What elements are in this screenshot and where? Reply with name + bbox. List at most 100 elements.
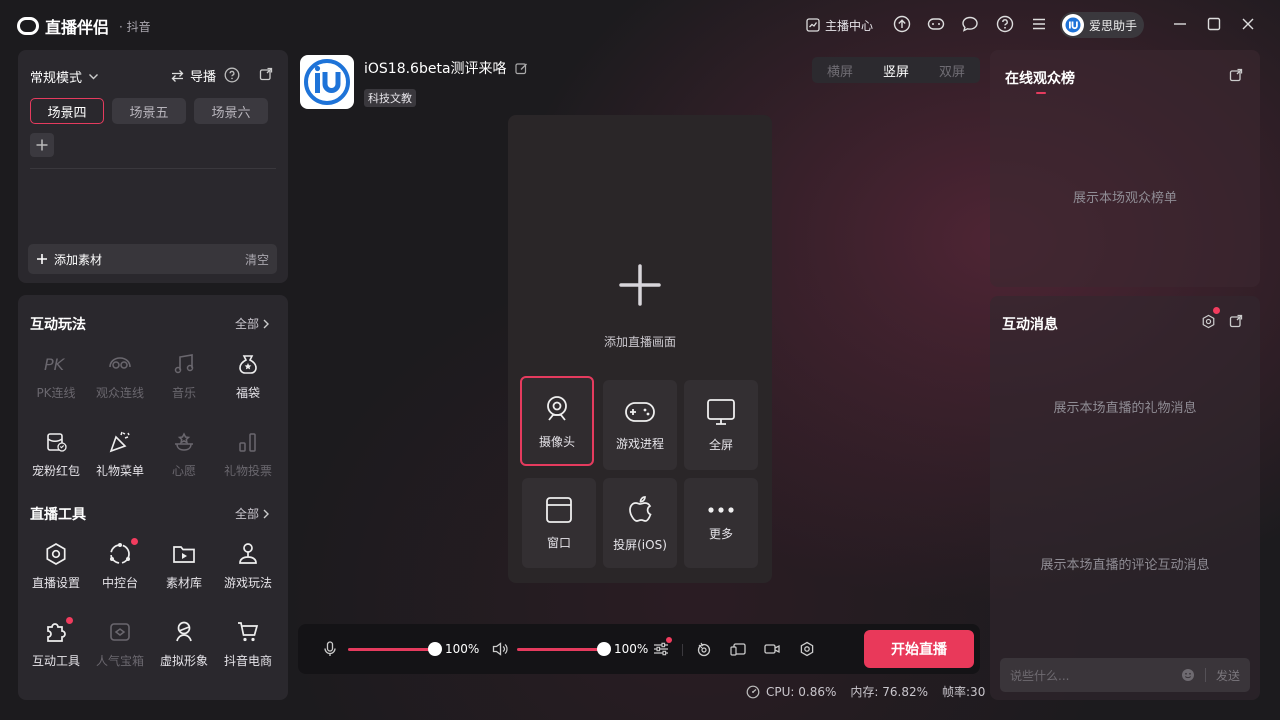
tool-treasure-box[interactable]: 人气宝箱 — [88, 618, 152, 669]
speaker-button[interactable] — [492, 641, 508, 657]
orientation-landscape[interactable]: 横屏 — [812, 61, 868, 80]
tool-lucky-bag[interactable]: 福袋 — [216, 350, 280, 401]
add-scene-button[interactable] — [30, 133, 54, 157]
source-more[interactable]: 更多 — [684, 478, 758, 568]
tool-interactive-tools[interactable]: 互动工具 — [24, 617, 88, 669]
maximize-button[interactable] — [1204, 14, 1224, 34]
audio-mixer-button[interactable] — [653, 637, 672, 657]
speaker-volume-knob[interactable] — [597, 642, 611, 656]
tool-control-center[interactable]: 中控台 — [88, 538, 152, 591]
orientation-portrait[interactable]: 竖屏 — [868, 61, 924, 80]
message-settings-button[interactable] — [1201, 307, 1220, 329]
source-game[interactable]: 游戏进程 — [603, 380, 677, 470]
monitor-icon — [707, 398, 735, 425]
tool-virtual-avatar[interactable]: 虚拟形象 — [152, 618, 216, 669]
add-scene-plus-icon[interactable] — [618, 263, 662, 307]
user-profile-button[interactable]: 爱思助手 — [1060, 12, 1144, 38]
mic-volume-knob[interactable] — [428, 642, 442, 656]
source-fullscreen[interactable]: 全屏 — [684, 380, 758, 470]
room-avatar[interactable] — [300, 55, 354, 109]
menu-button[interactable] — [1029, 14, 1049, 34]
close-button[interactable] — [1238, 14, 1258, 34]
clear-button[interactable]: 清空 — [245, 251, 269, 268]
performance-stats: CPU: 0.86% 内存: 76.82% 帧率:30 — [746, 683, 985, 700]
chevron-right-icon — [263, 319, 270, 328]
speaker-icon — [492, 642, 508, 656]
user-avatar — [1062, 14, 1084, 36]
tool-label: 心愿 — [171, 464, 196, 478]
beauty-button[interactable] — [696, 641, 712, 657]
tool-gift-menu[interactable]: 礼物菜单 — [88, 428, 152, 479]
tool-material-library[interactable]: 素材库 — [152, 540, 216, 591]
user-avatar-logo-icon — [1065, 17, 1081, 33]
more-icon — [708, 506, 734, 513]
tool-wish[interactable]: 心愿 — [152, 428, 216, 479]
audience-rank-placeholder: 展示本场观众榜单 — [1072, 191, 1177, 206]
tool-douyin-ecommerce[interactable]: 抖音电商 — [216, 618, 280, 669]
edit-icon[interactable] — [514, 62, 528, 75]
upload-button[interactable] — [892, 14, 912, 34]
guide-button[interactable]: 导播 — [170, 66, 216, 85]
rank-popout-button[interactable] — [1229, 68, 1243, 82]
source-label: 全屏 — [708, 437, 733, 452]
source-camera[interactable]: 摄像头 — [520, 376, 594, 466]
minimize-button[interactable] — [1170, 14, 1190, 34]
anchor-center-button[interactable]: 主播中心 — [806, 12, 873, 38]
add-material-button[interactable]: 添加素材 — [54, 251, 102, 268]
tool-live-settings[interactable]: 直播设置 — [24, 540, 88, 591]
source-ios-mirror[interactable]: 投屏(iOS) — [603, 478, 677, 568]
mic-volume-slider[interactable] — [348, 648, 435, 651]
room-category-tag[interactable]: 科技文教 — [364, 89, 416, 107]
popout-button[interactable] — [259, 67, 273, 81]
tool-red-packet[interactable]: 宠粉红包 — [24, 428, 88, 479]
comment-input[interactable]: 说些什么... 发送 — [1000, 658, 1250, 692]
tool-game-play[interactable]: 游戏玩法 — [216, 540, 280, 591]
mode-selector[interactable]: 常规模式 — [30, 67, 99, 86]
game-button[interactable] — [926, 14, 946, 34]
chat-bubble-icon — [962, 16, 978, 32]
interactive-all-link[interactable]: 全部 — [235, 315, 270, 332]
gamepad-small-icon — [927, 18, 945, 30]
tool-label: 礼物投票 — [223, 464, 272, 478]
minimize-icon — [1174, 23, 1186, 25]
tab-scene-4[interactable]: 场景四 — [30, 98, 104, 124]
message-button[interactable] — [960, 14, 980, 34]
emoji-icon[interactable] — [1181, 668, 1195, 682]
microphone-icon — [324, 641, 336, 656]
mic-button[interactable] — [323, 641, 337, 657]
input-divider — [1204, 668, 1206, 682]
help-icon — [224, 67, 240, 83]
tab-scene-5[interactable]: 场景五 — [112, 98, 186, 124]
speaker-volume-slider[interactable] — [517, 648, 604, 651]
stream-settings-button[interactable] — [799, 641, 815, 657]
live-tools-all-label: 全部 — [235, 507, 260, 521]
app-logo-icon — [17, 17, 39, 35]
orientation-dual[interactable]: 双屏 — [924, 61, 980, 80]
close-icon — [1242, 18, 1254, 30]
gear-icon — [1202, 314, 1215, 329]
record-button[interactable] — [764, 641, 780, 657]
chevron-down-icon — [89, 74, 99, 80]
preview-stage[interactable]: 添加直播画面 摄像头 游戏进程 全屏 窗口 投屏(iOS) 更多 — [508, 115, 772, 583]
guide-label: 导播 — [190, 70, 217, 85]
tool-music[interactable]: 音乐 — [152, 350, 216, 401]
apple-icon — [629, 495, 652, 522]
tab-scene-6[interactable]: 场景六 — [194, 98, 268, 124]
frame-rate: 帧率:30 — [942, 685, 986, 699]
live-tools-all-link[interactable]: 全部 — [235, 505, 270, 522]
tool-pk[interactable]: PK PK连线 — [24, 350, 88, 401]
device-switch-button[interactable] — [730, 641, 746, 657]
tool-label: 抖音电商 — [223, 654, 272, 668]
camera-icon — [547, 395, 567, 421]
tool-audience-link[interactable]: 观众连线 — [88, 350, 152, 401]
start-live-button[interactable]: 开始直播 — [864, 630, 974, 668]
send-button[interactable]: 发送 — [1216, 667, 1240, 684]
tool-label: 观众连线 — [95, 386, 144, 400]
source-window[interactable]: 窗口 — [522, 478, 596, 568]
guide-help-button[interactable] — [224, 67, 240, 83]
messages-popout-button[interactable] — [1229, 314, 1243, 328]
tool-gift-vote[interactable]: 礼物投票 — [216, 428, 280, 479]
speaker-volume-pct: 100% — [614, 642, 649, 656]
help-button[interactable] — [995, 14, 1015, 34]
tool-label: 宠粉红包 — [31, 464, 80, 478]
